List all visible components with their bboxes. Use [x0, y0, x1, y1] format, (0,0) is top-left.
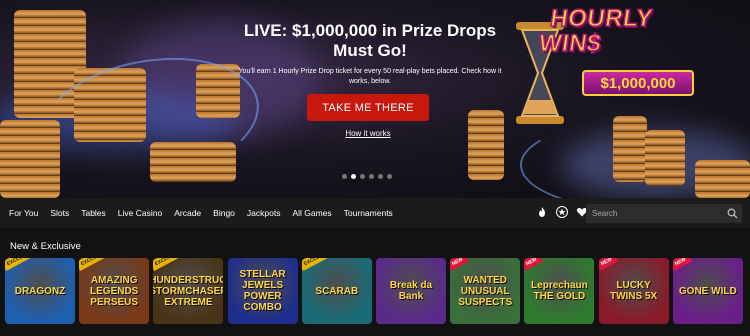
section-title: New & Exclusive — [10, 241, 81, 252]
nav-item-for-you[interactable]: For You — [9, 208, 38, 218]
game-tile-badge: EXCLUSIVE — [79, 258, 113, 271]
take-me-there-button[interactable]: TAKE ME THERE — [307, 94, 429, 121]
game-tile-title: LUCKY TWINS 5X — [609, 280, 658, 302]
game-tile[interactable]: STELLAR JEWELS POWER COMBO — [227, 258, 298, 324]
fire-icon[interactable] — [536, 206, 548, 218]
game-tile-title: THUNDERSTRUCK STORMCHASER EXTREME — [153, 274, 224, 308]
carousel-dot[interactable] — [360, 174, 365, 179]
game-tile-title: WANTED UNUSUAL SUSPECTS — [458, 274, 513, 308]
game-tile-title: DRAGONZ — [14, 285, 66, 297]
hero-banner: HOURLY WIN$ $1,000,000 LIVE: $1,000,000 … — [0, 0, 750, 198]
game-tile-badge: NEW — [450, 258, 469, 271]
carousel-dot[interactable] — [378, 174, 383, 179]
how-it-works-link[interactable]: How it works — [330, 129, 406, 138]
promo-logo: HOURLY WIN$ — [536, 4, 712, 66]
nav-item-tournaments[interactable]: Tournaments — [344, 208, 393, 218]
carousel-dot[interactable] — [342, 174, 347, 179]
nav-item-live-casino[interactable]: Live Casino — [118, 208, 162, 218]
game-tile[interactable]: NEW LUCKY TWINS 5X — [598, 258, 669, 324]
promo-amount: $1,000,000 — [582, 70, 694, 96]
search-input[interactable] — [586, 204, 742, 223]
carousel-dot[interactable] — [369, 174, 374, 179]
game-tile-badge: NEW — [672, 258, 692, 271]
game-tile-title: Leprechaun THE GOLD — [531, 280, 588, 302]
nav-item-arcade[interactable]: Arcade — [174, 208, 201, 218]
game-tile[interactable]: NEW GONE WILD — [672, 258, 743, 324]
hero-subtitle: You'll earn 1 Hourly Prize Drop ticket f… — [238, 68, 502, 85]
nav-icons — [536, 206, 588, 218]
game-tile-title: SCARAB — [315, 285, 359, 297]
game-tile-title: Break da Bank — [389, 280, 433, 302]
game-tile[interactable]: NEW Leprechaun THE GOLD — [524, 258, 595, 324]
carousel-dot[interactable] — [387, 174, 392, 179]
carousel-dots — [342, 174, 392, 179]
game-tile-title: AMAZING LEGENDS PERSEUS — [90, 274, 139, 308]
game-tile-title: STELLAR JEWELS POWER COMBO — [239, 269, 286, 313]
game-tile-title: GONE WILD — [678, 285, 737, 297]
game-tile[interactable]: EXCLUSIVE AMAZING LEGENDS PERSEUS — [79, 258, 150, 324]
promo-line-1: HOURLY — [548, 4, 655, 33]
game-tile-badge: EXCLUSIVE — [5, 258, 39, 271]
game-tile[interactable]: Break da Bank — [376, 258, 446, 324]
carousel-dot[interactable] — [351, 174, 356, 179]
game-tile[interactable]: EXCLUSIVE THUNDERSTRUCK STORMCHASER EXTRE… — [153, 258, 224, 324]
nav-item-jackpots[interactable]: Jackpots — [247, 208, 281, 218]
star-icon[interactable] — [556, 206, 568, 218]
nav-item-slots[interactable]: Slots — [50, 208, 69, 218]
game-tile[interactable]: EXCLUSIVE SCARAB — [301, 258, 372, 324]
game-tile-badge: NEW — [598, 258, 618, 271]
game-tile-badge: EXCLUSIVE — [153, 258, 187, 271]
promo-line-2: WIN$ — [536, 29, 603, 58]
nav-item-tables[interactable]: Tables — [81, 208, 106, 218]
game-tile[interactable]: EXCLUSIVE DRAGONZ — [5, 258, 75, 324]
nav-item-bingo[interactable]: Bingo — [213, 208, 235, 218]
game-tile-badge: NEW — [524, 258, 543, 271]
game-tiles: EXCLUSIVE DRAGONZ EXCLUSIVE AMAZING LEGENDS… — [5, 258, 750, 328]
game-tile-badge: EXCLUSIVE — [301, 258, 336, 271]
hero-title: LIVE: $1,000,000 in Prize Drops Must Go! — [243, 21, 497, 60]
nav-item-all-games[interactable]: All Games — [292, 208, 331, 218]
game-tile[interactable]: NEW WANTED UNUSUAL SUSPECTS — [450, 258, 521, 324]
search-icon[interactable] — [727, 208, 738, 219]
